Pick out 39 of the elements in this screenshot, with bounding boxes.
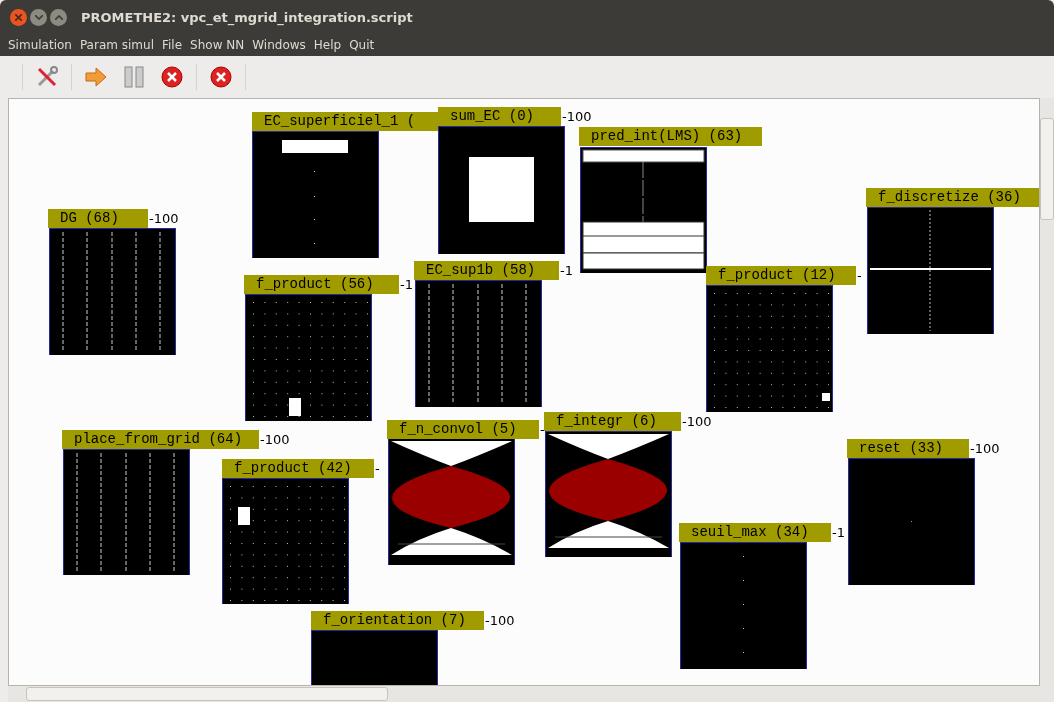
menu-item[interactable]: Param simul [79,38,154,52]
horizontal-scrollbar[interactable] [8,686,1054,702]
stop-button[interactable] [158,63,186,91]
group-label: f_product (56) [244,275,399,294]
menu-item[interactable]: Help [313,38,342,52]
group-label: sum_EC (0) [438,107,561,126]
group-label: f_product (12) [706,266,856,285]
scroll-thumb[interactable] [26,687,388,701]
group-label: pred_int(LMS) (63) [579,127,762,146]
minimize-button[interactable] [30,8,47,26]
pause-icon [124,66,144,88]
scroll-thumb[interactable] [1040,118,1054,220]
group-label: f_discretize (36) [866,188,1039,207]
maximize-button[interactable] [50,8,67,26]
group-label: seuil_max (34) [679,523,831,542]
quit-button[interactable] [207,63,235,91]
group-label: f_product (42) [222,459,374,478]
group-label: f_orientation (7) [311,611,484,630]
menu-item[interactable]: Simulation [8,38,72,52]
chevron-up-icon [54,14,63,20]
group-label: reset (33) [847,439,969,458]
group-label: EC_sup1b (58) [414,261,559,280]
group-label: f_n_convol (5) [387,420,539,439]
chevron-down-icon [34,14,43,20]
menu-item[interactable]: Show NN [190,38,245,52]
close-icon [210,66,232,88]
tools-icon [35,65,59,89]
window-title: PROMETHE2: vpc_et_mgrid_integration.script [81,9,413,25]
menu-item[interactable]: Windows [252,38,306,52]
close-button[interactable] [10,8,27,26]
vertical-scrollbar[interactable] [1040,98,1054,686]
menu-item[interactable]: Quit [349,38,375,52]
arrow-right-icon [84,66,108,88]
group-label: f_integr (6) [544,412,681,431]
close-icon [15,13,22,21]
close-icon [161,66,183,88]
menu-item[interactable]: File [162,38,183,52]
group-label: place_from_grid (64) [62,430,259,449]
group-label: DG (68) [48,209,148,228]
